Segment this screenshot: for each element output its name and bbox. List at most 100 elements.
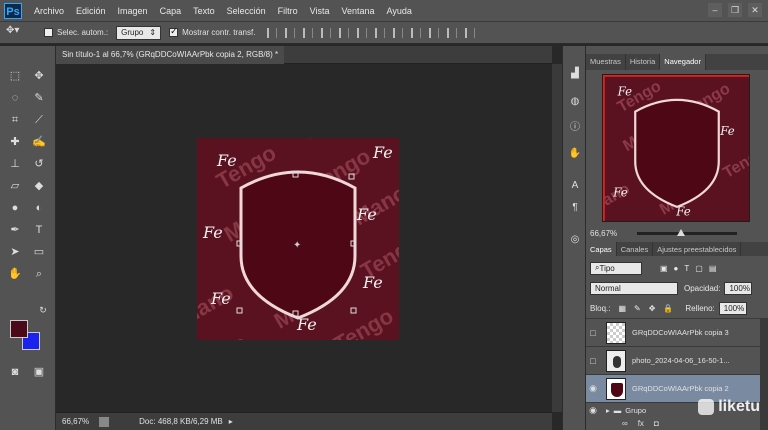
align-bottom-icon[interactable] (303, 27, 314, 38)
blur-tool-icon[interactable]: ● (6, 200, 24, 216)
brush-tool-icon[interactable]: ✍ (30, 134, 48, 150)
options-bar: ✥▾ Selec. autom.: Grupo ⇕ ✓ Mostrar cont… (0, 22, 768, 44)
info-icon[interactable]: ⓘ (567, 118, 583, 133)
document-canvas[interactable]: Mano Tengo Mano Tengo Mano Tengo Mano Te… (197, 138, 399, 340)
hand-tool-icon[interactable]: ✋ (6, 266, 24, 282)
lasso-tool-icon[interactable]: ◌ (6, 90, 24, 106)
character-icon[interactable]: A (567, 180, 583, 194)
layer-row[interactable]: □ photo_2024-04-06_16-50-1... (586, 346, 760, 374)
histogram-icon[interactable]: ▟ (567, 68, 583, 82)
crop-tool-icon[interactable]: ⌗ (6, 112, 24, 128)
tab-muestras[interactable]: Muestras (586, 54, 626, 70)
status-arrow-icon[interactable]: ▸ (229, 417, 233, 426)
minimize-button[interactable]: – (708, 3, 722, 17)
healing-brush-icon[interactable]: ✚ (6, 134, 24, 150)
pen-tool-icon[interactable]: ✒ (6, 222, 24, 238)
align-vcenter-icon[interactable] (285, 27, 296, 38)
menu-texto[interactable]: Texto (187, 0, 221, 22)
menu-ventana[interactable]: Ventana (336, 0, 381, 22)
visibility-toggle-empty[interactable]: □ (586, 328, 600, 338)
align-hcenter-icon[interactable] (339, 27, 350, 38)
tab-canales[interactable]: Canales (617, 242, 654, 256)
fe-word: Fe (719, 124, 734, 138)
auto-select-checkbox[interactable] (44, 28, 53, 37)
close-button[interactable]: ✕ (748, 3, 762, 17)
align-top-icon[interactable] (267, 27, 278, 38)
navigator-zoom-value[interactable]: 66,67% (590, 229, 617, 238)
lock-icons[interactable]: ▦✎✥🔒 (618, 304, 681, 313)
visibility-toggle-empty[interactable]: □ (586, 356, 600, 366)
blend-mode-dropdown[interactable]: Normal (590, 281, 678, 295)
styles-icon[interactable]: ◎ (567, 234, 583, 248)
distribute-vcenter-icon[interactable] (393, 27, 404, 38)
paint-bucket-icon[interactable]: ◆ (30, 178, 48, 194)
auto-select-target-dropdown[interactable]: Grupo ⇕ (116, 25, 162, 40)
fx-icon[interactable]: fx (638, 419, 644, 428)
zoom-tool-icon[interactable]: ⌕ (30, 266, 48, 282)
quick-select-tool-icon[interactable]: ✎ (30, 90, 48, 106)
eye-icon[interactable]: ◉ (586, 383, 600, 394)
link-icon[interactable]: ∞ (622, 419, 628, 428)
menu-archivo[interactable]: Archivo (28, 0, 70, 22)
foreground-color-swatch[interactable] (10, 320, 28, 338)
watermark-text: liketu (718, 398, 760, 415)
status-menu-icon[interactable] (99, 416, 110, 427)
layers-scrollbar[interactable] (760, 318, 768, 430)
canvas-area[interactable]: Mano Tengo Mano Tengo Mano Tengo Mano Te… (56, 64, 552, 412)
navigator-preview[interactable]: Mano Tengo Tengo Mano Tengo Mano Tengo M… (602, 74, 750, 222)
layer-filter-icons[interactable]: ▣●T▢▤ (660, 264, 722, 273)
align-right-icon[interactable] (357, 27, 368, 38)
dodge-tool-icon[interactable]: ◐ (30, 200, 48, 216)
move-tool-preset-icon[interactable]: ✥▾ (6, 25, 36, 41)
opacity-label: Opacidad: (684, 283, 721, 293)
menu-vista[interactable]: Vista (304, 0, 336, 22)
tab-capas[interactable]: Capas (586, 242, 617, 256)
marquee-tool-icon[interactable]: ⬚ (6, 68, 24, 84)
tab-navegador[interactable]: Navegador (660, 54, 706, 70)
menu-seleccion[interactable]: Selección (221, 0, 272, 22)
tab-historia[interactable]: Historia (626, 54, 661, 70)
distribute-hcenter-icon[interactable] (447, 27, 458, 38)
eye-icon[interactable]: ◉ (586, 405, 600, 416)
distribute-left-icon[interactable] (429, 27, 440, 38)
mask-icon[interactable]: ◘ (654, 419, 659, 428)
distribute-top-icon[interactable] (375, 27, 386, 38)
rectangle-tool-icon[interactable]: ▭ (30, 244, 48, 260)
menu-ayuda[interactable]: Ayuda (381, 0, 418, 22)
expand-arrow-icon[interactable]: ▸ (606, 406, 610, 415)
align-left-icon[interactable] (321, 27, 332, 38)
zoom-slider-thumb[interactable] (677, 228, 686, 236)
clone-stamp-icon[interactable]: ⊥ (6, 156, 24, 172)
swap-colors-icon[interactable]: ↻ (34, 302, 52, 318)
distribute-right-icon[interactable] (465, 27, 476, 38)
transform-handle (236, 307, 243, 314)
path-select-icon[interactable]: ➤ (6, 244, 24, 260)
menu-edicion[interactable]: Edición (70, 0, 112, 22)
opacity-input[interactable]: 100% (724, 281, 753, 295)
adjustments-icon[interactable]: ◍ (567, 96, 583, 110)
history-brush-icon[interactable]: ↺ (30, 156, 48, 172)
type-tool-icon[interactable]: T (30, 222, 48, 238)
document-tab[interactable]: Sin título-1 al 66,7% (GRqDDCoWIAArPbk c… (56, 46, 285, 64)
navigator-zoom-slider[interactable] (637, 228, 738, 236)
show-transform-checkbox[interactable]: ✓ (169, 26, 179, 37)
move-tool-icon[interactable]: ✥ (30, 68, 48, 84)
maximize-button[interactable]: ❐ (728, 3, 742, 17)
quick-mask-icon[interactable]: ◙ (6, 364, 24, 380)
layer-filter-dropdown[interactable]: ⌕ Tipo (590, 261, 642, 275)
paragraph-icon[interactable]: ¶ (567, 202, 583, 216)
eraser-tool-icon[interactable]: ▱ (6, 178, 24, 194)
fill-input[interactable]: 100% (718, 301, 747, 315)
zoom-level[interactable]: 66,67% (62, 417, 89, 426)
screen-mode-icon[interactable]: ▣ (30, 364, 48, 380)
menu-filtro[interactable]: Filtro (272, 0, 304, 22)
distribute-bottom-icon[interactable] (411, 27, 422, 38)
layer-thumbnail (606, 349, 626, 372)
vertical-scrollbar[interactable] (552, 64, 562, 412)
tab-ajustes[interactable]: Ajustes preestablecidos (653, 242, 742, 256)
menu-imagen[interactable]: Imagen (112, 0, 154, 22)
layer-row[interactable]: □ GRqDDCoWIAArPbk copia 3 (586, 318, 760, 346)
eyedropper-tool-icon[interactable]: ⟋ (30, 112, 48, 128)
menu-capa[interactable]: Capa (154, 0, 188, 22)
brush-presets-icon[interactable]: ✋ (567, 148, 583, 162)
